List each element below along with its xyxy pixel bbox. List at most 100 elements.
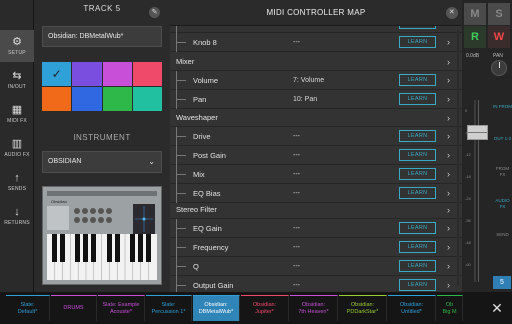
nav-item-label: SENDS	[7, 186, 27, 192]
check-icon: ✓	[51, 67, 62, 81]
routing-label[interactable]: IN FROM	[493, 104, 512, 110]
channel-number[interactable]: 5	[493, 276, 511, 289]
record-arm-button[interactable]: R	[464, 26, 486, 48]
chevron-right-icon[interactable]: ›	[447, 219, 450, 238]
learn-button[interactable]: LEARN	[399, 149, 436, 161]
tree-branch	[176, 228, 186, 229]
chevron-right-icon[interactable]: ›	[447, 238, 450, 257]
param-name: Volume	[193, 76, 219, 85]
instrument-thumbnail[interactable]: Obsidian	[42, 186, 162, 285]
chevron-right-icon[interactable]: ›	[447, 201, 450, 219]
color-swatch[interactable]	[42, 87, 72, 111]
chevron-right-icon[interactable]: ›	[447, 90, 450, 109]
learn-button[interactable]: LEARN	[399, 93, 436, 105]
nav-item-returns[interactable]: ↓ RETURNS	[0, 200, 34, 232]
color-swatch[interactable]: ✓	[42, 62, 72, 86]
track-tab-line2: PDDarkStar*	[346, 308, 379, 315]
chevron-right-icon[interactable]: ›	[447, 257, 450, 276]
routing-label[interactable]: SEND	[493, 232, 512, 238]
learn-button[interactable]: LEARN	[399, 36, 436, 48]
fader-tick-label: 0	[465, 108, 468, 113]
close-icon[interactable]: ✕	[485, 296, 509, 320]
track-panel: TRACK 5 ✎ Obsidian: DBMetalWub* ✓ INSTRU…	[34, 0, 170, 292]
category-label: Mixer	[176, 57, 195, 66]
color-swatch[interactable]	[72, 87, 102, 111]
param-mapping: ---	[293, 244, 300, 251]
chevron-right-icon[interactable]: ›	[447, 109, 450, 127]
learn-button[interactable]: LEARN	[399, 222, 436, 234]
fader-tick-label: -12	[465, 152, 471, 157]
color-swatch[interactable]	[72, 62, 102, 86]
scrollbar[interactable]	[457, 30, 459, 286]
volume-fader[interactable]	[467, 124, 488, 140]
routing-label[interactable]: FROM FX	[493, 166, 512, 178]
learn-button[interactable]: LEARN	[399, 241, 436, 253]
nav-item-audiofx[interactable]: ▥ AUDIO FX	[0, 132, 34, 164]
in-out-icon: ⇆	[12, 70, 22, 82]
track-tab-label: Slate: Example Acouste*	[103, 302, 140, 316]
fader-tick-label: -18	[465, 174, 471, 179]
nav-item-sends[interactable]: ↑ SENDS	[0, 166, 34, 198]
pan-knob[interactable]	[491, 60, 507, 76]
category-row[interactable]: Mixer ›	[170, 53, 462, 71]
channel-strip: M S R W 0.0dB PAN 0-6-12-18-24-36-48-60 …	[462, 0, 512, 292]
mute-button[interactable]: M	[464, 3, 486, 25]
track-tab[interactable]: Obsidian: 7th Heaven*	[290, 295, 338, 321]
track-tab[interactable]: Obsidian: DBMetalWub*	[193, 295, 240, 321]
gear-icon: ⚙	[12, 36, 22, 48]
track-color-swatches: ✓	[42, 62, 162, 111]
learn-button[interactable]: LEARN	[399, 130, 436, 142]
routing-label[interactable]: AUDIO FX	[493, 198, 512, 210]
write-automation-button[interactable]: W	[488, 26, 510, 48]
routing-label[interactable]: OUT 1-2	[493, 136, 512, 142]
learn-button[interactable]: LEARN	[399, 187, 436, 199]
color-swatch[interactable]	[132, 87, 162, 111]
tree-branch	[176, 155, 186, 156]
chevron-right-icon[interactable]: ›	[447, 165, 450, 184]
track-tab-line2: 7th Heaven*	[298, 308, 329, 315]
learn-button[interactable]: LEARN	[399, 279, 436, 291]
chevron-right-icon[interactable]: ›	[447, 53, 450, 71]
track-tab-line1: Obsidian:	[252, 301, 277, 308]
instrument-select[interactable]: OBSIDIAN ⌄	[42, 151, 162, 173]
learn-button[interactable]: LEARN	[399, 260, 436, 272]
color-swatch[interactable]	[132, 62, 162, 86]
nav-item-label: IN/OUT	[7, 84, 27, 90]
track-tab[interactable]: Obsidian: Jupiter*	[241, 295, 289, 321]
chevron-right-icon[interactable]: ›	[447, 127, 450, 146]
solo-button[interactable]: S	[488, 3, 510, 25]
nav-item-label: SETUP	[8, 50, 26, 56]
chevron-right-icon[interactable]: ›	[447, 71, 450, 90]
nav-item-midifx[interactable]: ▦ MIDI FX	[0, 98, 34, 130]
track-tab-line1: Slate:	[20, 301, 35, 308]
category-row[interactable]: Waveshaper ›	[170, 109, 462, 127]
track-tab[interactable]: Ob Big M	[437, 295, 463, 321]
track-tab[interactable]: Obsidian: PDDarkStar*	[339, 295, 387, 321]
param-name: Post Gain	[193, 151, 226, 160]
tree-branch	[176, 285, 186, 286]
close-icon[interactable]: ✕	[446, 7, 458, 19]
patch-name-field[interactable]: Obsidian: DBMetalWub*	[42, 26, 162, 47]
track-tab[interactable]: Slate: Example Acouste*	[98, 295, 145, 321]
category-row[interactable]: Stereo Filter ›	[170, 201, 462, 219]
nav-item-label: AUDIO FX	[4, 152, 30, 158]
nav-item-inout[interactable]: ⇆ IN/OUT	[0, 64, 34, 96]
nav-item-setup[interactable]: ⚙ SETUP	[0, 30, 34, 62]
track-tab[interactable]: Slate: Default*	[6, 295, 50, 321]
edit-pencil-icon[interactable]: ✎	[149, 7, 160, 18]
track-tab[interactable]: Obsidian: Untitled*	[388, 295, 436, 321]
color-swatch[interactable]	[102, 62, 132, 86]
chevron-right-icon[interactable]: ›	[447, 33, 450, 52]
returns-icon: ↓	[14, 206, 20, 218]
track-tab[interactable]: DRUMS	[51, 295, 97, 321]
learn-button[interactable]: LEARN	[399, 168, 436, 180]
param-row: Knob 8 --- LEARN ›	[170, 33, 462, 52]
track-tab[interactable]: Slate: Percussion 1*	[146, 295, 192, 321]
color-swatch[interactable]	[102, 87, 132, 111]
category-label: Waveshaper	[176, 113, 218, 122]
learn-button[interactable]: LEARN	[399, 74, 436, 86]
param-mapping: ---	[293, 225, 300, 232]
param-name: Frequency	[193, 243, 229, 252]
volume-readout: 0.0dB	[466, 53, 480, 59]
chevron-right-icon[interactable]: ›	[447, 146, 450, 165]
